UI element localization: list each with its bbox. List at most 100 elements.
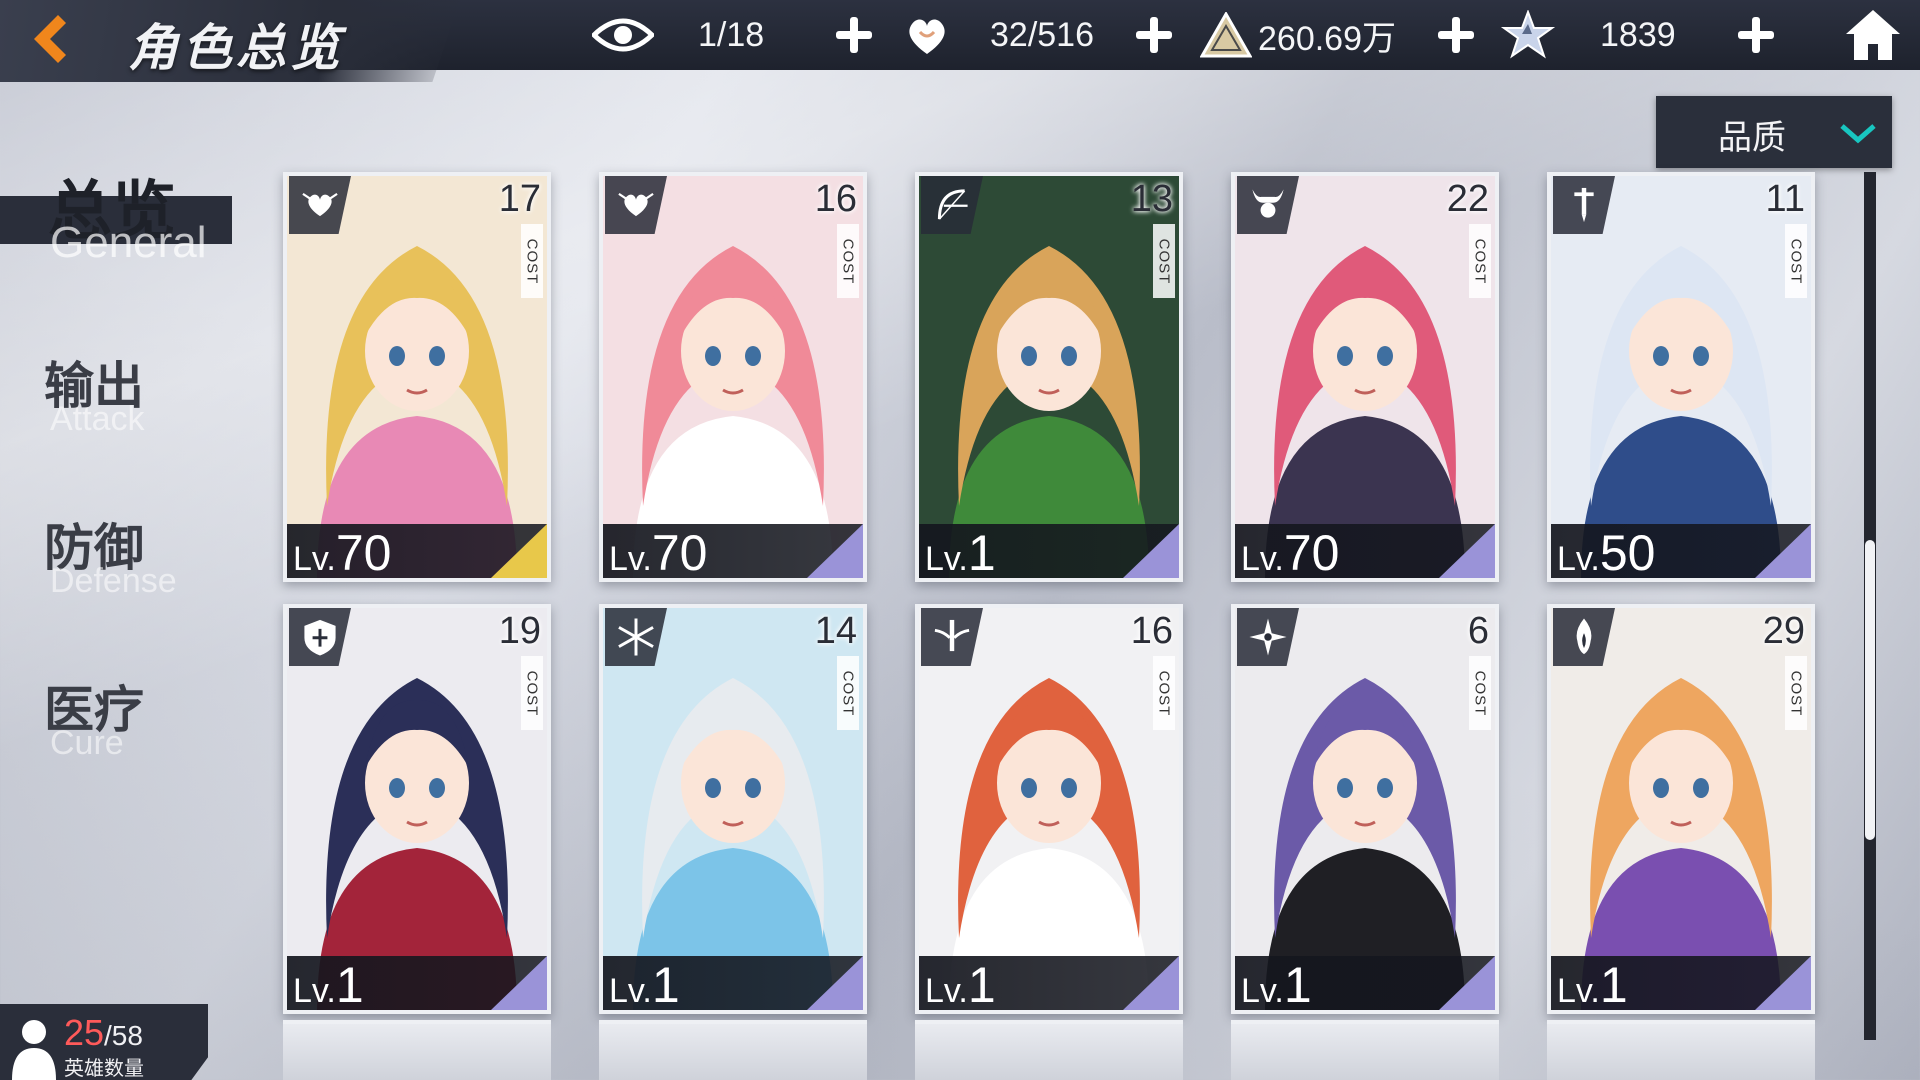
level-prefix: Lv.	[293, 972, 336, 1010]
level-prefix: Lv.	[609, 540, 652, 578]
level-value: 50	[1599, 525, 1656, 581]
snowflake-icon	[618, 618, 654, 656]
resource-gold: 260.69万	[1200, 0, 1396, 70]
character-card[interactable]: 17 COST Lv. 70	[283, 172, 551, 582]
level-display: Lv. 70	[609, 524, 707, 578]
resource-value: 1839	[1600, 15, 1676, 54]
character-card[interactable]: 29 COST Lv. 1	[1547, 604, 1815, 1014]
cost-label: COST	[839, 238, 857, 284]
sword-icon	[1574, 187, 1594, 223]
character-portrait	[919, 608, 1179, 1010]
sort-dropdown[interactable]: 品质	[1656, 96, 1892, 168]
cost-tag: COST	[1785, 224, 1807, 298]
level-display: Lv. 1	[609, 956, 680, 1010]
eye-icon	[592, 15, 654, 55]
character-card[interactable]: 6 COST Lv. 1	[1231, 604, 1499, 1014]
character-card[interactable]: 14 COST Lv. 1	[599, 604, 867, 1014]
cost-tag: COST	[1785, 656, 1807, 730]
cost-tag: COST	[521, 224, 543, 298]
back-arrow-icon	[34, 15, 66, 63]
cost-value: 16	[1130, 610, 1173, 652]
hero-count-current: 25	[64, 1012, 105, 1053]
scrollbar-thumb[interactable]	[1865, 540, 1875, 840]
cost-value: 19	[498, 610, 541, 652]
level-value: 1	[335, 957, 364, 1013]
cost-tag: COST	[521, 656, 543, 730]
person-icon	[12, 1020, 56, 1080]
nav-item-general[interactable]: 总览 General	[0, 160, 250, 270]
level-value: 1	[967, 957, 996, 1013]
cost-label: COST	[1155, 238, 1173, 284]
character-portrait	[1551, 176, 1811, 578]
level-prefix: Lv.	[1241, 972, 1284, 1010]
home-icon	[1846, 10, 1900, 60]
character-portrait	[919, 176, 1179, 578]
nav-item-attack[interactable]: 输出 Attack	[0, 346, 200, 446]
cost-value: 13	[1130, 178, 1173, 220]
character-card[interactable]: 22 COST Lv. 70	[1231, 172, 1499, 582]
bow-icon	[937, 189, 968, 220]
character-portrait	[1235, 608, 1495, 1010]
add-crystal-button[interactable]	[1736, 15, 1776, 55]
level-prefix: Lv.	[1241, 540, 1284, 578]
nav-label-en: General	[50, 218, 207, 267]
nav-item-cure[interactable]: 医疗 Cure	[0, 670, 200, 770]
level-display: Lv. 1	[925, 524, 996, 578]
level-display: Lv. 1	[1241, 956, 1312, 1010]
level-value: 1	[1283, 957, 1312, 1013]
cost-label: COST	[1471, 238, 1489, 284]
cost-value: 22	[1446, 178, 1489, 220]
character-card[interactable]: 11 COST Lv. 50	[1547, 172, 1815, 582]
cost-label: COST	[1787, 238, 1805, 284]
character-portrait	[287, 176, 547, 578]
nav-item-defense[interactable]: 防御 Defense	[0, 508, 220, 608]
add-stamina-button[interactable]	[834, 15, 874, 55]
character-portrait	[1551, 608, 1811, 1010]
cost-label: COST	[1787, 670, 1805, 716]
level-display: Lv. 1	[925, 956, 996, 1010]
level-display: Lv. 50	[1557, 524, 1655, 578]
character-card[interactable]: 16 COST Lv. 70	[599, 172, 867, 582]
horned-mask-icon	[1252, 189, 1284, 218]
sort-label: 品质	[1718, 118, 1786, 158]
level-prefix: Lv.	[925, 972, 968, 1010]
level-prefix: Lv.	[1557, 972, 1600, 1010]
shield-icon	[304, 619, 336, 656]
nav-label-en: Attack	[50, 400, 145, 438]
level-value: 70	[651, 525, 708, 581]
cost-value: 14	[814, 610, 857, 652]
level-display: Lv. 70	[293, 524, 391, 578]
cost-label: COST	[523, 238, 541, 284]
cost-label: COST	[523, 670, 541, 716]
add-gold-button[interactable]	[1436, 15, 1476, 55]
character-portrait	[287, 608, 547, 1010]
cost-tag: COST	[1469, 656, 1491, 730]
hero-count-label: 英雄数量	[64, 1056, 144, 1080]
character-card[interactable]: 19 COST Lv. 1	[283, 604, 551, 1014]
hero-count-panel: 25 /58 英雄数量	[0, 1004, 208, 1080]
heart-wing-icon	[618, 192, 654, 217]
cost-tag: COST	[837, 656, 859, 730]
cost-label: COST	[1471, 670, 1489, 716]
triangle-emblem-icon	[1200, 12, 1252, 58]
level-display: Lv. 70	[1241, 524, 1339, 578]
cost-tag: COST	[1153, 656, 1175, 730]
level-value: 1	[967, 525, 996, 581]
character-card[interactable]: 13 COST Lv. 1	[915, 172, 1183, 582]
shuriken-icon	[1249, 618, 1287, 656]
cost-tag: COST	[1469, 224, 1491, 298]
resource-affection: 32/516	[904, 0, 1094, 70]
character-portrait	[603, 608, 863, 1010]
resource-crystal: 1839	[1500, 0, 1676, 70]
level-value: 1	[651, 957, 680, 1013]
character-card[interactable]: 16 COST Lv. 1	[915, 604, 1183, 1014]
back-button[interactable]	[14, 8, 82, 70]
add-affection-button[interactable]	[1134, 15, 1174, 55]
level-value: 70	[335, 525, 392, 581]
heart-wing-icon	[302, 192, 338, 217]
home-button[interactable]	[1838, 4, 1908, 66]
flame-icon	[1576, 618, 1592, 655]
cost-value: 6	[1467, 610, 1489, 652]
star-emblem-icon	[1500, 10, 1556, 60]
top-bar: 角色总览 1/18 32/516 260.69万 1839	[0, 0, 1920, 82]
